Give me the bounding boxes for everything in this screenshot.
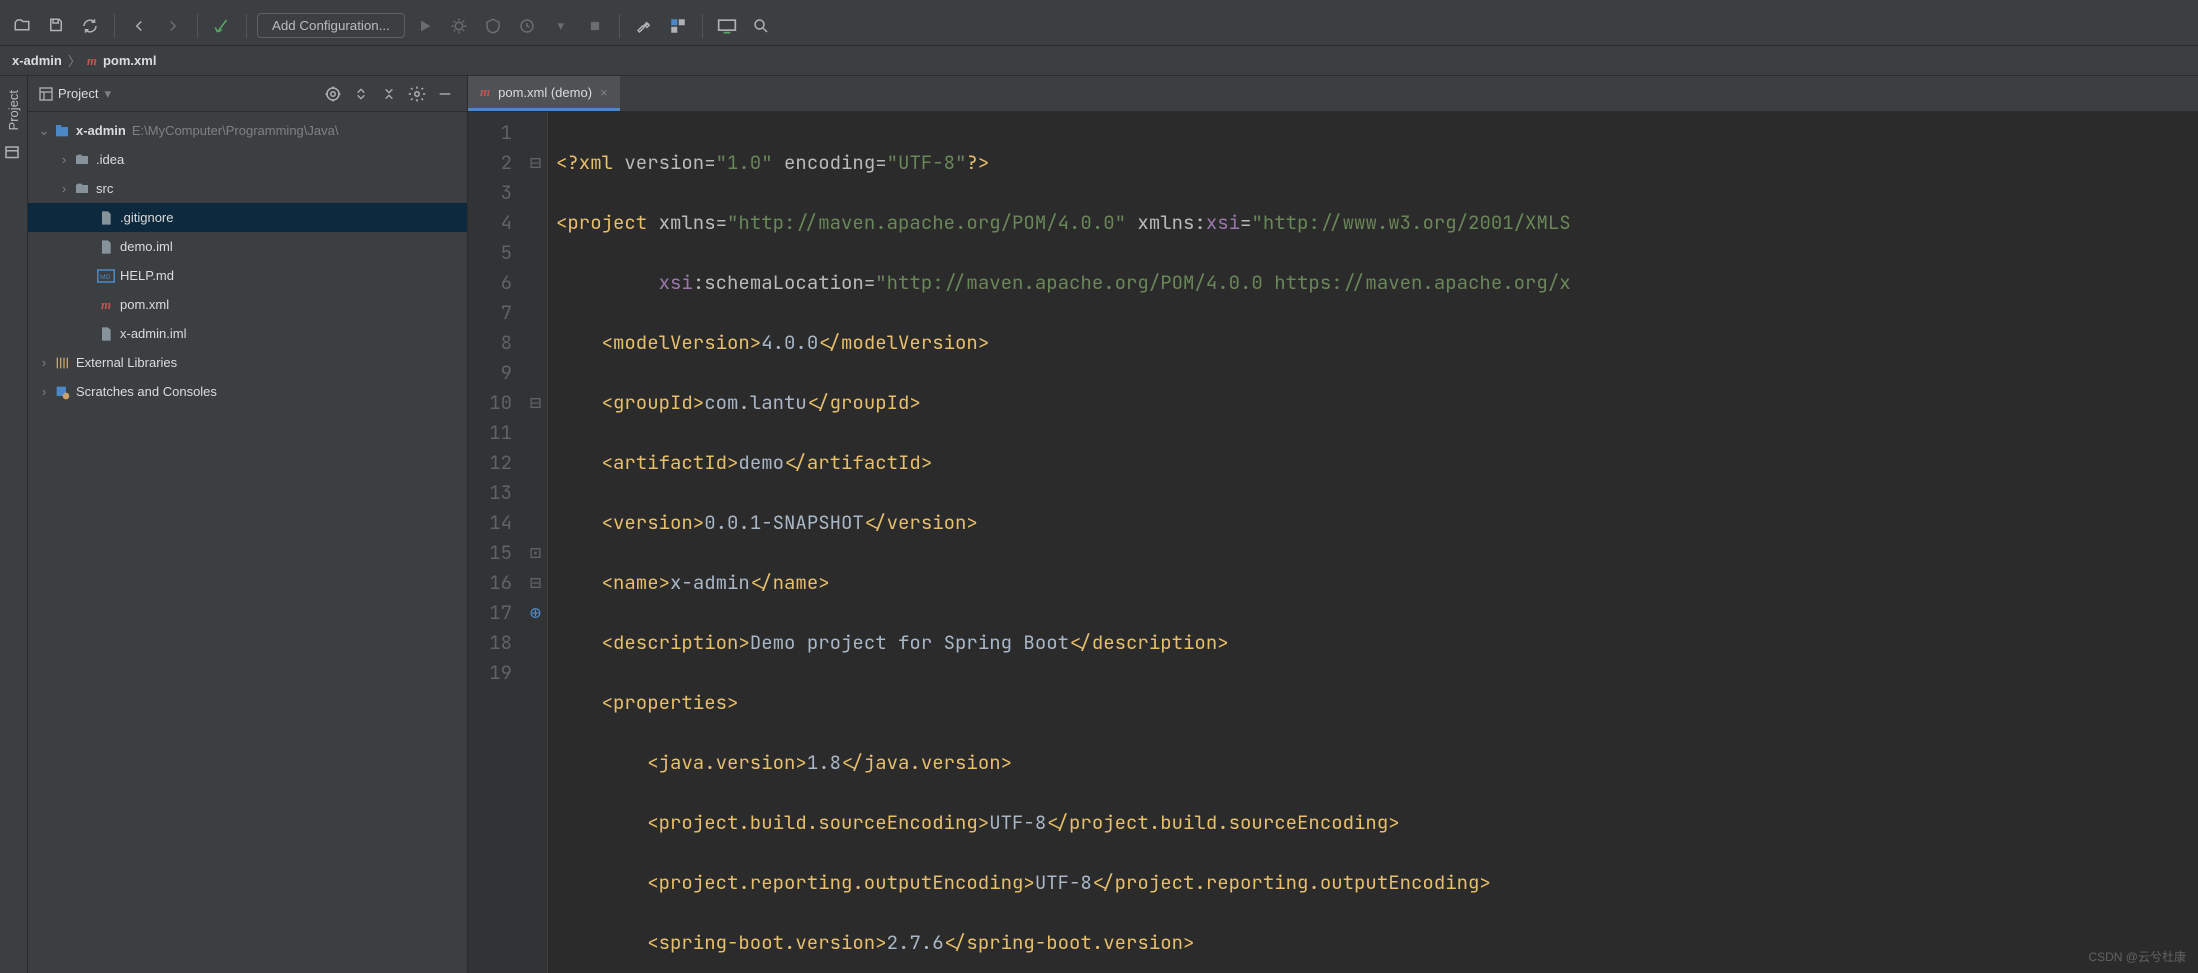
close-icon[interactable]: × bbox=[600, 85, 608, 100]
project-tool-button[interactable]: Project bbox=[6, 82, 21, 138]
tree-file-help[interactable]: MD HELP.md bbox=[28, 261, 467, 290]
tree-label: demo.iml bbox=[120, 239, 173, 254]
tree-scratches[interactable]: › Scratches and Consoles bbox=[28, 377, 467, 406]
wrench-icon[interactable] bbox=[630, 12, 658, 40]
dropdown-icon[interactable]: ▾ bbox=[547, 12, 575, 40]
chevron-right-icon[interactable]: › bbox=[56, 152, 72, 167]
editor-area: m pom.xml (demo) × 123456789101112131415… bbox=[468, 76, 2198, 973]
file-icon bbox=[96, 239, 116, 255]
chevron-right-icon[interactable]: › bbox=[36, 384, 52, 399]
save-all-icon[interactable] bbox=[42, 12, 70, 40]
editor-tabs: m pom.xml (demo) × bbox=[468, 76, 2198, 112]
toolbar-separator bbox=[246, 14, 247, 38]
breadcrumb: x-admin 〉 m pom.xml bbox=[0, 46, 2198, 76]
collapse-all-icon[interactable] bbox=[377, 82, 401, 106]
open-icon[interactable] bbox=[8, 12, 36, 40]
hide-icon[interactable] bbox=[433, 82, 457, 106]
file-icon bbox=[96, 326, 116, 342]
expand-all-icon[interactable] bbox=[349, 82, 373, 106]
tree-label: x-admin.iml bbox=[120, 326, 186, 341]
maven-icon: m bbox=[87, 53, 97, 69]
tree-root[interactable]: ⌄ x-admin E:\MyComputer\Programming\Java… bbox=[28, 116, 467, 145]
scratches-icon bbox=[52, 384, 72, 400]
tab-label: pom.xml (demo) bbox=[498, 85, 592, 100]
toolbar-separator bbox=[114, 14, 115, 38]
maven-icon: m bbox=[480, 84, 490, 100]
module-icon bbox=[52, 123, 72, 139]
folder-icon bbox=[72, 152, 92, 168]
chevron-right-icon: 〉 bbox=[68, 51, 81, 70]
avd-icon[interactable] bbox=[713, 12, 741, 40]
chevron-down-icon[interactable]: ▾ bbox=[104, 86, 111, 102]
chevron-right-icon[interactable]: › bbox=[56, 181, 72, 196]
structure-icon[interactable] bbox=[664, 12, 692, 40]
profile-icon[interactable] bbox=[513, 12, 541, 40]
folder-icon bbox=[72, 181, 92, 197]
tree-label: x-admin bbox=[76, 123, 126, 138]
build-icon[interactable] bbox=[208, 12, 236, 40]
tree-label: .idea bbox=[96, 152, 124, 167]
gear-icon[interactable] bbox=[405, 82, 429, 106]
code-content[interactable]: <?xml version="1.0" encoding="UTF-8"?> <… bbox=[548, 112, 2198, 973]
project-panel-header: Project ▾ bbox=[28, 76, 467, 112]
tree-folder-src[interactable]: › src bbox=[28, 174, 467, 203]
project-panel-title[interactable]: Project bbox=[58, 86, 98, 101]
tree-label: pom.xml bbox=[120, 297, 169, 312]
coverage-icon[interactable] bbox=[479, 12, 507, 40]
back-icon[interactable] bbox=[125, 12, 153, 40]
code-editor[interactable]: 12345678910111213141516171819 ⊟ ⊟ ⊡⊟⊕ <?… bbox=[468, 112, 2198, 973]
tree-file-demo-iml[interactable]: demo.iml bbox=[28, 232, 467, 261]
maven-icon: m bbox=[96, 297, 116, 313]
tree-label: Scratches and Consoles bbox=[76, 384, 217, 399]
chevron-down-icon[interactable]: ⌄ bbox=[36, 123, 52, 139]
svg-text:MD: MD bbox=[100, 274, 111, 281]
project-tree[interactable]: ⌄ x-admin E:\MyComputer\Programming\Java… bbox=[28, 112, 467, 973]
tree-path: E:\MyComputer\Programming\Java\ bbox=[132, 123, 339, 138]
debug-icon[interactable] bbox=[445, 12, 473, 40]
project-panel: Project ▾ ⌄ x-admin E:\MyComputer\Progra… bbox=[28, 76, 468, 973]
tree-external-libs[interactable]: › External Libraries bbox=[28, 348, 467, 377]
bookmarks-icon[interactable] bbox=[3, 144, 25, 166]
run-config-button[interactable]: Add Configuration... bbox=[257, 13, 405, 38]
tree-label: HELP.md bbox=[120, 268, 174, 283]
stop-icon[interactable] bbox=[581, 12, 609, 40]
fold-gutter[interactable]: ⊟ ⊟ ⊡⊟⊕ bbox=[524, 112, 548, 973]
toolbar-separator bbox=[702, 14, 703, 38]
breadcrumb-root[interactable]: x-admin bbox=[12, 53, 62, 68]
tree-folder-idea[interactable]: › .idea bbox=[28, 145, 467, 174]
tree-label: .gitignore bbox=[120, 210, 173, 225]
line-gutter: 12345678910111213141516171819 bbox=[468, 112, 524, 973]
chevron-right-icon[interactable]: › bbox=[36, 355, 52, 370]
tree-file-pom[interactable]: m pom.xml bbox=[28, 290, 467, 319]
toolbar-separator bbox=[197, 14, 198, 38]
run-icon[interactable] bbox=[411, 12, 439, 40]
forward-icon[interactable] bbox=[159, 12, 187, 40]
tree-file-gitignore[interactable]: .gitignore bbox=[28, 203, 467, 232]
sync-icon[interactable] bbox=[76, 12, 104, 40]
tree-label: External Libraries bbox=[76, 355, 177, 370]
markdown-icon: MD bbox=[96, 269, 116, 283]
tree-label: src bbox=[96, 181, 113, 196]
breadcrumb-file[interactable]: pom.xml bbox=[103, 53, 156, 68]
left-tool-rail: Project bbox=[0, 76, 28, 973]
file-icon bbox=[96, 210, 116, 226]
locate-icon[interactable] bbox=[321, 82, 345, 106]
toolbar-separator bbox=[619, 14, 620, 38]
library-icon bbox=[52, 355, 72, 371]
search-everywhere-icon[interactable] bbox=[747, 12, 775, 40]
tab-pom[interactable]: m pom.xml (demo) × bbox=[468, 76, 620, 111]
watermark: CSDN @云兮杜康 bbox=[2088, 948, 2186, 965]
tree-file-admin-iml[interactable]: x-admin.iml bbox=[28, 319, 467, 348]
main-toolbar: Add Configuration... ▾ bbox=[0, 6, 2198, 46]
project-view-icon bbox=[38, 86, 54, 102]
